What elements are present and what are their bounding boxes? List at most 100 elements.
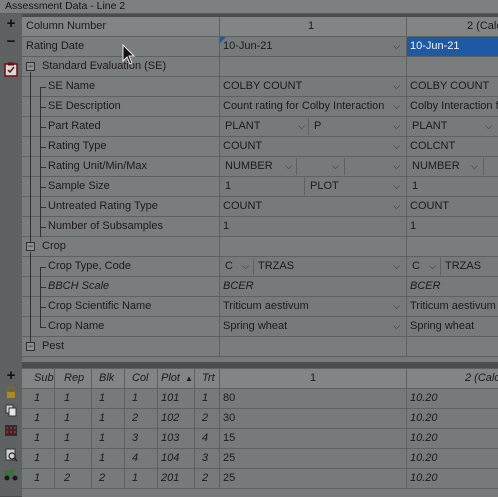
se-name-col2-field[interactable]: COLBY COUNT xyxy=(407,77,498,96)
rating-date-col1-field[interactable]: 10-Jun-21 ⌵ xyxy=(220,37,407,56)
crop-name-col1-field[interactable]: Spring wheat ⌵ xyxy=(220,317,407,336)
table-row[interactable]: 1 1 1 1 101 1 80 10.20 xyxy=(22,389,498,409)
cell-col: 3 xyxy=(132,432,139,444)
plot-table-header: Sub Rep Blk Col Plot ▲ Trt 1 2 (Calc xyxy=(22,369,498,389)
window-title: Assessment Data - Line 2 xyxy=(5,0,126,12)
se-name-col1-field[interactable]: COLBY COUNT ⌵ xyxy=(220,77,407,96)
subsamples-col2-field[interactable]: 1 xyxy=(407,217,498,236)
calc-cell[interactable]: 10.20 xyxy=(407,429,498,448)
col-header-blk: Blk xyxy=(99,372,115,384)
bbch-scale-col2-field[interactable]: BCER xyxy=(407,277,498,296)
collapse-icon[interactable]: − xyxy=(26,342,35,351)
rating-unit-col1-field[interactable]: NUMBER ⌵ ⌵ ⌵ xyxy=(220,157,407,176)
untreated-rating-type-col2-field[interactable]: COUNT xyxy=(407,197,498,216)
rating-type-row: Rating Type COUNT ⌵ COLCNT xyxy=(22,137,498,157)
chevron-down-icon[interactable]: ⌵ xyxy=(427,259,438,273)
bbch-scale-col1-field[interactable]: BCER xyxy=(220,277,407,296)
rating-cell[interactable]: 25 xyxy=(220,469,407,488)
calendar-icon[interactable] xyxy=(2,424,20,440)
rating-type-col1-field[interactable]: COUNT ⌵ xyxy=(220,137,407,156)
chevron-down-icon[interactable]: ⌵ xyxy=(391,139,402,153)
chevron-down-icon[interactable]: ⌵ xyxy=(391,319,402,333)
rating-type-label: Rating Type xyxy=(48,140,107,152)
crop-scientific-name-col1-field[interactable]: Triticum aestivum ⌵ xyxy=(220,297,407,316)
calc-cell[interactable]: 10.20 xyxy=(407,469,498,488)
rating-value: 30 xyxy=(223,412,236,424)
rating-unit-col2-field[interactable]: NUMBER ⌵ xyxy=(407,157,498,176)
column-number-label: Column Number xyxy=(26,20,107,32)
chevron-down-icon[interactable]: ⌵ xyxy=(391,179,402,193)
chevron-down-icon[interactable]: ⌵ xyxy=(391,199,402,213)
chevron-down-icon[interactable]: ⌵ xyxy=(391,159,402,173)
rating-cell[interactable]: 25 xyxy=(220,449,407,468)
cell-col: 2 xyxy=(132,412,139,424)
calc-value: 10.20 xyxy=(410,412,438,424)
crop-scientific-name-row: Crop Scientific Name Triticum aestivum ⌵ … xyxy=(22,297,498,317)
calc-value: 10.20 xyxy=(410,472,438,484)
sample-size-label: Sample Size xyxy=(48,180,110,192)
chevron-down-icon[interactable]: ⌵ xyxy=(391,259,402,273)
table-row[interactable]: 1 1 1 4 104 3 25 10.20 xyxy=(22,449,498,469)
calc-cell[interactable]: 10.20 xyxy=(407,389,498,408)
part-rated-col1-field[interactable]: PLANT ⌵ P ⌵ xyxy=(220,117,407,136)
collapse-icon[interactable]: − xyxy=(26,242,35,251)
crop-scientific-name-label: Crop Scientific Name xyxy=(48,300,152,312)
rating-value: 15 xyxy=(223,432,236,444)
col-header-sub: Sub xyxy=(34,372,54,384)
clipboard-icon[interactable] xyxy=(2,62,20,78)
table-row[interactable]: 1 1 1 3 103 4 15 10.20 xyxy=(22,429,498,449)
se-description-col1-field[interactable]: Count rating for Colby Interaction ⌵ xyxy=(220,97,407,116)
copy-icon[interactable] xyxy=(2,404,20,420)
part-rated-col2-field[interactable]: PLANT ⌵ xyxy=(407,117,498,136)
collapse-icon[interactable]: − xyxy=(26,62,35,71)
sample-size-col2-field[interactable]: 1 xyxy=(407,177,498,196)
section-standard-evaluation[interactable]: − Standard Evaluation (SE) xyxy=(22,57,498,77)
remove-icon[interactable]: − xyxy=(2,34,20,50)
rating-cell[interactable]: 30 xyxy=(220,409,407,428)
crop-type-code-row: Crop Type, Code C ⌵ TRZAS ⌵ C ⌵ TRZAS xyxy=(22,257,498,277)
calc-cell[interactable]: 10.20 xyxy=(407,409,498,428)
se-description-col2-field[interactable]: Colby Interaction fo xyxy=(407,97,498,116)
crop-scientific-name-col2-field[interactable]: Triticum aestivum xyxy=(407,297,498,316)
subsamples-col1-field[interactable]: 1 xyxy=(220,217,407,236)
table-row[interactable]: 1 2 2 1 201 2 25 10.20 xyxy=(22,469,498,489)
chevron-down-icon[interactable]: ⌵ xyxy=(483,119,494,133)
left-toolbar: + − + xyxy=(0,14,22,496)
search-icon[interactable] xyxy=(2,448,20,464)
add-icon[interactable]: + xyxy=(2,16,20,32)
col-header-col: Col xyxy=(132,372,149,384)
cell-blk: 1 xyxy=(99,392,106,404)
chevron-down-icon[interactable]: ⌵ xyxy=(330,159,341,173)
add-row-icon[interactable]: + xyxy=(2,368,20,384)
chevron-down-icon[interactable]: ⌵ xyxy=(391,299,402,313)
crop-type-col1-field[interactable]: C ⌵ TRZAS ⌵ xyxy=(220,257,407,276)
chevron-down-icon[interactable]: ⌵ xyxy=(391,119,402,133)
tree-line xyxy=(30,252,31,342)
untreated-rating-type-label: Untreated Rating Type xyxy=(48,200,158,212)
chevron-down-icon[interactable]: ⌵ xyxy=(296,119,307,133)
chevron-down-icon[interactable]: ⌵ xyxy=(391,99,402,113)
assessment-properties-grid: Column Number 1 2 (Calc Rating Date 10-J… xyxy=(22,17,498,362)
rating-date-col2-field[interactable]: 10-Jun-21 xyxy=(407,37,498,56)
chevron-down-icon[interactable]: ⌵ xyxy=(469,159,480,173)
plot-col2-header: 2 (Calc xyxy=(465,372,498,384)
chevron-down-icon[interactable]: ⌵ xyxy=(391,79,402,93)
cell-plot: 104 xyxy=(161,452,180,464)
rating-cell[interactable]: 80 xyxy=(220,389,407,408)
tractor-icon[interactable] xyxy=(2,468,20,484)
chevron-down-icon[interactable]: ⌵ xyxy=(391,39,402,53)
rating-type-col2-field[interactable]: COLCNT xyxy=(407,137,498,156)
chevron-down-icon[interactable]: ⌵ xyxy=(283,159,294,173)
untreated-rating-type-row: Untreated Rating Type COUNT ⌵ COUNT xyxy=(22,197,498,217)
untreated-rating-type-col1-field[interactable]: COUNT ⌵ xyxy=(220,197,407,216)
chevron-down-icon[interactable]: ⌵ xyxy=(240,259,251,273)
table-row[interactable]: 1 1 1 2 102 2 30 10.20 xyxy=(22,409,498,429)
crop-name-col2-field[interactable]: Spring wheat xyxy=(407,317,498,336)
lock-icon[interactable] xyxy=(2,386,20,402)
section-crop[interactable]: − Crop xyxy=(22,237,498,257)
calc-cell[interactable]: 10.20 xyxy=(407,449,498,468)
rating-cell[interactable]: 15 xyxy=(220,429,407,448)
crop-type-col2-field[interactable]: C ⌵ TRZAS xyxy=(407,257,498,276)
sample-size-col1-field[interactable]: 1 PLOT ⌵ xyxy=(220,177,407,196)
section-pest[interactable]: − Pest xyxy=(22,337,498,357)
